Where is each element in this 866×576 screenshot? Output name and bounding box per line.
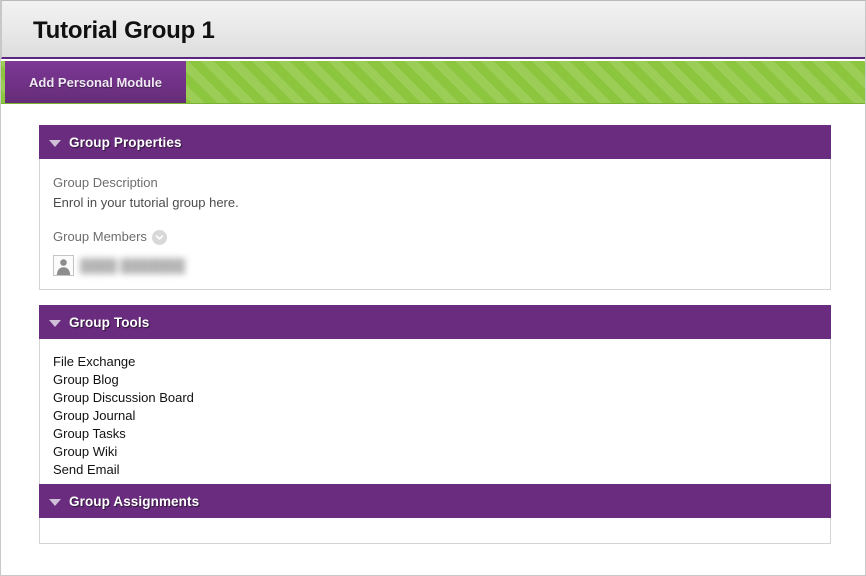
list-item: Group Wiki	[53, 443, 818, 461]
group-tool-link[interactable]: Group Tasks	[53, 426, 126, 441]
module-header-group-properties[interactable]: Group Properties	[39, 125, 831, 159]
group-description-label: Group Description	[53, 175, 158, 190]
user-avatar-icon	[53, 254, 74, 276]
module-body-group-properties: Group Description Enrol in your tutorial…	[39, 159, 831, 290]
group-tool-link[interactable]: Group Journal	[53, 408, 135, 423]
list-item: Group Tasks	[53, 425, 818, 443]
group-description-text: Enrol in your tutorial group here.	[53, 195, 239, 210]
list-item: Group Blog	[53, 371, 818, 389]
content-area: Group Properties Group Description Enrol…	[1, 104, 865, 575]
group-tool-link[interactable]: File Exchange	[53, 354, 135, 369]
group-members-row: Group Members	[53, 227, 818, 247]
group-tool-link[interactable]: Send Email	[53, 462, 119, 477]
list-item: Send Email	[53, 461, 818, 479]
module-body-group-tools: File Exchange Group Blog Group Discussion …	[39, 339, 831, 492]
member-name: ████ ███████	[80, 257, 185, 273]
group-tool-link[interactable]: Group Blog	[53, 372, 119, 387]
page-root: Tutorial Group 1 Add Personal Module Gro…	[0, 0, 866, 576]
triangle-down-icon[interactable]	[49, 139, 61, 147]
module-body-group-assignments	[39, 518, 831, 544]
triangle-down-icon[interactable]	[49, 498, 61, 506]
list-item: Group Journal	[53, 407, 818, 425]
module-group-properties: Group Properties Group Description Enrol…	[39, 125, 831, 290]
chevron-down-circle-icon[interactable]	[151, 229, 167, 245]
module-title-group-assignments: Group Assignments	[69, 493, 200, 509]
page-title: Tutorial Group 1	[33, 17, 215, 44]
module-group-assignments: Group Assignments	[39, 484, 831, 544]
add-personal-module-button[interactable]: Add Personal Module	[5, 61, 186, 103]
module-header-group-assignments[interactable]: Group Assignments	[39, 484, 831, 518]
list-item[interactable]: ████ ███████	[53, 253, 818, 277]
group-tool-link[interactable]: Group Wiki	[53, 444, 117, 459]
module-header-group-tools[interactable]: Group Tools	[39, 305, 831, 339]
module-title-group-tools: Group Tools	[69, 314, 150, 330]
list-item: Group Discussion Board	[53, 389, 818, 407]
group-tool-link[interactable]: Group Discussion Board	[53, 390, 194, 405]
list-item: File Exchange	[53, 353, 818, 371]
module-group-tools: Group Tools File Exchange Group Blog Group…	[39, 305, 831, 492]
add-personal-module-label: Add Personal Module	[29, 74, 162, 90]
group-members-label: Group Members	[53, 229, 147, 244]
group-tools-list: File Exchange Group Blog Group Discussion …	[53, 353, 818, 479]
page-header-bar: Tutorial Group 1	[1, 0, 865, 59]
triangle-down-icon[interactable]	[49, 319, 61, 327]
module-title-group-properties: Group Properties	[69, 134, 182, 150]
